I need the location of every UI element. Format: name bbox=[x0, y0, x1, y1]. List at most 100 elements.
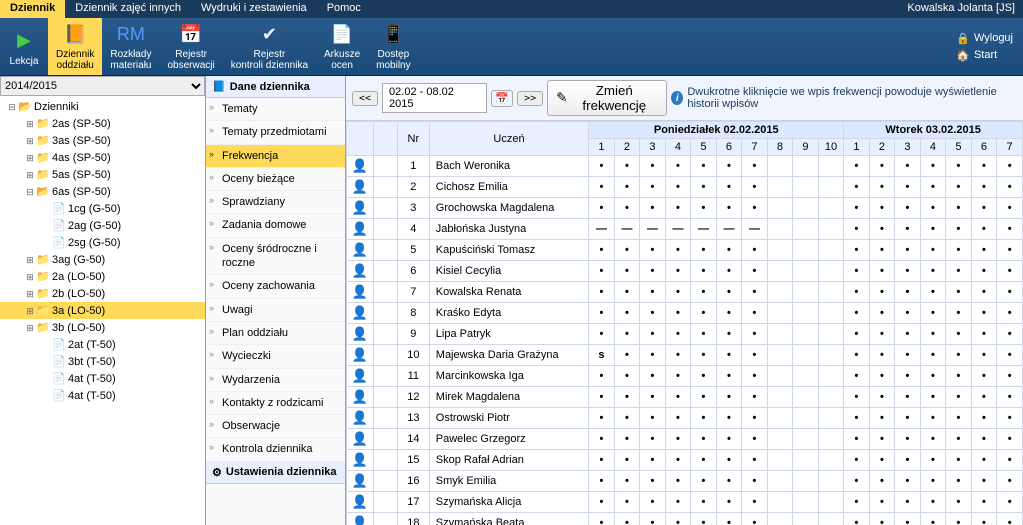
attendance-cell[interactable]: • bbox=[614, 450, 640, 471]
ribbon-dostęp-mobilny[interactable]: 📱Dostępmobilny bbox=[368, 18, 418, 75]
attendance-cell[interactable]: • bbox=[716, 429, 742, 450]
attendance-cell[interactable]: • bbox=[920, 408, 946, 429]
attendance-cell[interactable]: • bbox=[946, 366, 972, 387]
tab-pomoc[interactable]: Pomoc bbox=[317, 0, 371, 18]
attendance-cell[interactable] bbox=[818, 345, 844, 366]
attendance-cell[interactable]: • bbox=[691, 261, 717, 282]
attendance-cell[interactable]: • bbox=[920, 240, 946, 261]
attendance-cell[interactable]: • bbox=[716, 240, 742, 261]
attendance-cell[interactable]: • bbox=[920, 387, 946, 408]
attendance-cell[interactable] bbox=[767, 429, 793, 450]
attendance-cell[interactable]: • bbox=[665, 303, 691, 324]
table-row[interactable]: 👤11Marcinkowska Iga•••••••••••••• bbox=[347, 366, 1023, 387]
mid-item-oceny-śródroczne-i-roczne[interactable]: Oceny śródroczne i roczne bbox=[206, 238, 345, 276]
attendance-cell[interactable] bbox=[767, 303, 793, 324]
attendance-cell[interactable]: • bbox=[920, 513, 946, 525]
attendance-cell[interactable]: • bbox=[895, 366, 921, 387]
attendance-cell[interactable]: • bbox=[589, 387, 615, 408]
attendance-cell[interactable] bbox=[818, 429, 844, 450]
attendance-cell[interactable]: • bbox=[997, 450, 1023, 471]
attendance-cell[interactable] bbox=[793, 366, 819, 387]
attendance-cell[interactable]: • bbox=[691, 156, 717, 177]
attendance-cell[interactable]: • bbox=[665, 429, 691, 450]
calendar-icon[interactable]: 📅 bbox=[491, 90, 513, 107]
attendance-cell[interactable]: • bbox=[589, 450, 615, 471]
tree-toggle-icon[interactable]: ⊞ bbox=[24, 170, 36, 181]
mid-item-obserwacje[interactable]: Obserwacje bbox=[206, 415, 345, 438]
attendance-cell[interactable]: • bbox=[920, 345, 946, 366]
attendance-cell[interactable]: • bbox=[640, 324, 666, 345]
attendance-cell[interactable] bbox=[767, 219, 793, 240]
attendance-cell[interactable] bbox=[793, 450, 819, 471]
attendance-cell[interactable]: • bbox=[665, 387, 691, 408]
tree-node[interactable]: 📄2sg (G-50) bbox=[0, 234, 205, 251]
attendance-cell[interactable] bbox=[793, 429, 819, 450]
attendance-cell[interactable]: • bbox=[971, 387, 997, 408]
attendance-cell[interactable]: • bbox=[920, 282, 946, 303]
attendance-cell[interactable]: • bbox=[946, 429, 972, 450]
attendance-cell[interactable] bbox=[767, 513, 793, 525]
mid-item-plan-oddziału[interactable]: Plan oddziału bbox=[206, 322, 345, 345]
tree-node[interactable]: ⊞📁2b (LO-50) bbox=[0, 285, 205, 302]
attendance-cell[interactable]: • bbox=[614, 324, 640, 345]
attendance-cell[interactable]: • bbox=[589, 177, 615, 198]
attendance-cell[interactable]: • bbox=[742, 471, 768, 492]
attendance-cell[interactable]: • bbox=[691, 198, 717, 219]
attendance-cell[interactable]: • bbox=[844, 366, 870, 387]
tree-node[interactable]: ⊟📂6as (SP-50) bbox=[0, 183, 205, 200]
attendance-cell[interactable]: • bbox=[946, 261, 972, 282]
tree-node[interactable]: ⊞📁3as (SP-50) bbox=[0, 132, 205, 149]
attendance-cell[interactable]: • bbox=[716, 471, 742, 492]
attendance-cell[interactable]: • bbox=[691, 345, 717, 366]
attendance-cell[interactable] bbox=[793, 198, 819, 219]
attendance-cell[interactable]: • bbox=[971, 408, 997, 429]
change-frequency-button[interactable]: ✎ Zmień frekwencję bbox=[547, 80, 667, 116]
attendance-cell[interactable] bbox=[767, 408, 793, 429]
year-select[interactable]: 2014/2015 bbox=[0, 76, 205, 96]
date-range[interactable]: 02.02 - 08.02 2015 bbox=[382, 83, 487, 113]
attendance-cell[interactable]: • bbox=[691, 492, 717, 513]
attendance-cell[interactable]: • bbox=[971, 156, 997, 177]
attendance-cell[interactable] bbox=[818, 282, 844, 303]
attendance-cell[interactable]: • bbox=[640, 261, 666, 282]
attendance-cell[interactable]: • bbox=[971, 282, 997, 303]
ribbon-lekcja[interactable]: ▶Lekcja bbox=[0, 18, 48, 75]
attendance-cell[interactable]: • bbox=[665, 324, 691, 345]
tab-dziennik-zajęć-innych[interactable]: Dziennik zajęć innych bbox=[65, 0, 191, 18]
attendance-cell[interactable]: • bbox=[614, 429, 640, 450]
attendance-cell[interactable] bbox=[818, 303, 844, 324]
table-row[interactable]: 👤6Kisiel Cecylia•••••••••••••• bbox=[347, 261, 1023, 282]
attendance-cell[interactable]: • bbox=[971, 366, 997, 387]
mid-footer[interactable]: ⚙ Ustawienia dziennika bbox=[206, 462, 345, 484]
attendance-cell[interactable] bbox=[767, 366, 793, 387]
attendance-cell[interactable]: • bbox=[691, 240, 717, 261]
attendance-cell[interactable]: • bbox=[895, 387, 921, 408]
attendance-cell[interactable]: • bbox=[869, 513, 895, 525]
attendance-cell[interactable]: • bbox=[844, 219, 870, 240]
attendance-cell[interactable]: • bbox=[895, 240, 921, 261]
attendance-cell[interactable]: • bbox=[946, 513, 972, 525]
attendance-cell[interactable]: • bbox=[640, 492, 666, 513]
tree-toggle-icon[interactable]: ⊞ bbox=[24, 255, 36, 266]
attendance-cell[interactable] bbox=[767, 282, 793, 303]
attendance-cell[interactable]: • bbox=[716, 513, 742, 525]
attendance-cell[interactable]: • bbox=[997, 513, 1023, 525]
attendance-cell[interactable]: • bbox=[997, 492, 1023, 513]
attendance-cell[interactable]: • bbox=[844, 492, 870, 513]
attendance-cell[interactable]: • bbox=[589, 366, 615, 387]
attendance-cell[interactable]: • bbox=[691, 177, 717, 198]
attendance-cell[interactable]: • bbox=[742, 177, 768, 198]
attendance-cell[interactable]: • bbox=[844, 177, 870, 198]
attendance-cell[interactable]: • bbox=[844, 261, 870, 282]
attendance-cell[interactable]: • bbox=[946, 303, 972, 324]
attendance-cell[interactable]: • bbox=[665, 513, 691, 525]
tree-node[interactable]: 📄4at (T-50) bbox=[0, 370, 205, 387]
attendance-cell[interactable]: • bbox=[869, 282, 895, 303]
attendance-cell[interactable]: • bbox=[589, 240, 615, 261]
attendance-cell[interactable]: • bbox=[614, 492, 640, 513]
mid-item-kontakty-z-rodzicami[interactable]: Kontakty z rodzicami bbox=[206, 392, 345, 415]
attendance-cell[interactable]: • bbox=[742, 240, 768, 261]
attendance-cell[interactable] bbox=[818, 261, 844, 282]
attendance-cell[interactable] bbox=[818, 198, 844, 219]
attendance-cell[interactable]: • bbox=[946, 198, 972, 219]
